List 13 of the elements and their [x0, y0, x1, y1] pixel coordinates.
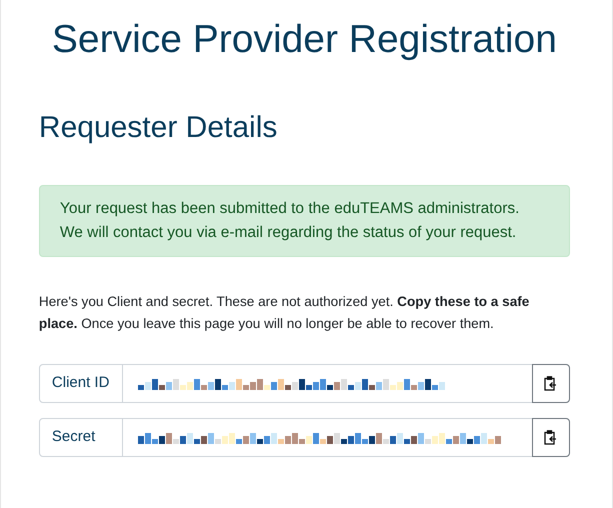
credential-field[interactable] — [122, 418, 532, 457]
notice-text: Here's you Client and secret. These are not authorized yet. Copy these to a safe place. Once you leave this page you will no longer be able to recover them. — [38, 293, 530, 333]
clipboard-icon — [544, 430, 558, 445]
credential-field[interactable] — [122, 364, 532, 403]
section-heading: Requester Details — [38, 110, 278, 146]
page-title: Service Provider Registration — [50, 17, 558, 63]
alert-text: Your request has been submitted to the eduTEAMS administrators. — [60, 199, 520, 219]
field-label: Client ID — [38, 364, 123, 403]
alert-text: We will contact you via e-mail regarding the status of your request. — [60, 223, 518, 243]
copy-button[interactable] — [532, 418, 570, 457]
copy-button[interactable] — [532, 364, 570, 403]
field-label: Secret — [38, 418, 123, 457]
clipboard-icon — [544, 376, 558, 391]
